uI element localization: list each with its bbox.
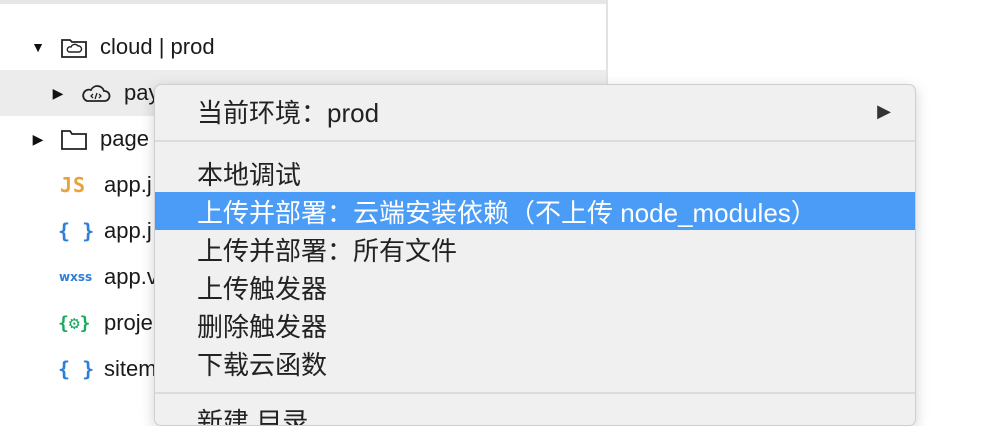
json-file-icon: { } [58, 217, 94, 245]
tree-item-label: app.j [104, 172, 152, 198]
menu-separator [155, 392, 915, 394]
menu-item-label: 上传触发器 [197, 269, 327, 306]
menu-item-label: 上传并部署：所有文件 [197, 231, 457, 268]
cloud-folder-icon [60, 33, 88, 61]
menu-item-upload-deploy-cloud-deps[interactable]: 上传并部署：云端安装依赖（不上传 node_modules） [155, 192, 915, 230]
expand-right-icon[interactable]: ▶ [30, 131, 46, 147]
menu-item-label: 本地调试 [197, 155, 301, 192]
expand-right-icon[interactable]: ▶ [50, 85, 66, 101]
js-file-icon: JS [60, 171, 86, 199]
tree-item-label: proje [104, 310, 153, 336]
menu-separator [155, 140, 915, 142]
tree-item-label: sitem [104, 356, 157, 382]
folder-icon [60, 125, 88, 153]
tree-item-cloud-prod[interactable]: ▼ cloud | prod [0, 24, 606, 70]
context-menu: 当前环境：prod ▶ 本地调试 上传并部署：云端安装依赖（不上传 node_m… [154, 84, 916, 426]
menu-item-delete-trigger[interactable]: 删除触发器 [155, 306, 915, 344]
menu-item-label: 上传并部署：云端安装依赖（不上传 node_modules） [197, 193, 817, 230]
cloud-function-icon [80, 79, 112, 107]
submenu-arrow-icon: ▶ [877, 101, 891, 122]
json-file-icon: { } [58, 355, 94, 383]
menu-item-label: 当前环境：prod [197, 93, 379, 130]
menu-item-local-debug[interactable]: 本地调试 [155, 154, 915, 192]
tree-item-label: app.v [104, 264, 158, 290]
menu-item-download-function[interactable]: 下载云函数 [155, 344, 915, 382]
expand-down-icon[interactable]: ▼ [30, 39, 46, 55]
tree-item-label: page [100, 126, 149, 152]
menu-item-upload-trigger[interactable]: 上传触发器 [155, 268, 915, 306]
tree-item-label: app.j [104, 218, 152, 244]
menu-item-current-env[interactable]: 当前环境：prod ▶ [155, 92, 915, 130]
tree-item-label: cloud | prod [100, 34, 215, 60]
menu-item-upload-deploy-all[interactable]: 上传并部署：所有文件 [155, 230, 915, 268]
menu-item-label: 下载云函数 [197, 345, 327, 382]
project-config-icon: {⚙} [58, 309, 91, 337]
wxss-file-icon: wxss [59, 263, 92, 291]
menu-item-label: 删除触发器 [197, 307, 327, 344]
